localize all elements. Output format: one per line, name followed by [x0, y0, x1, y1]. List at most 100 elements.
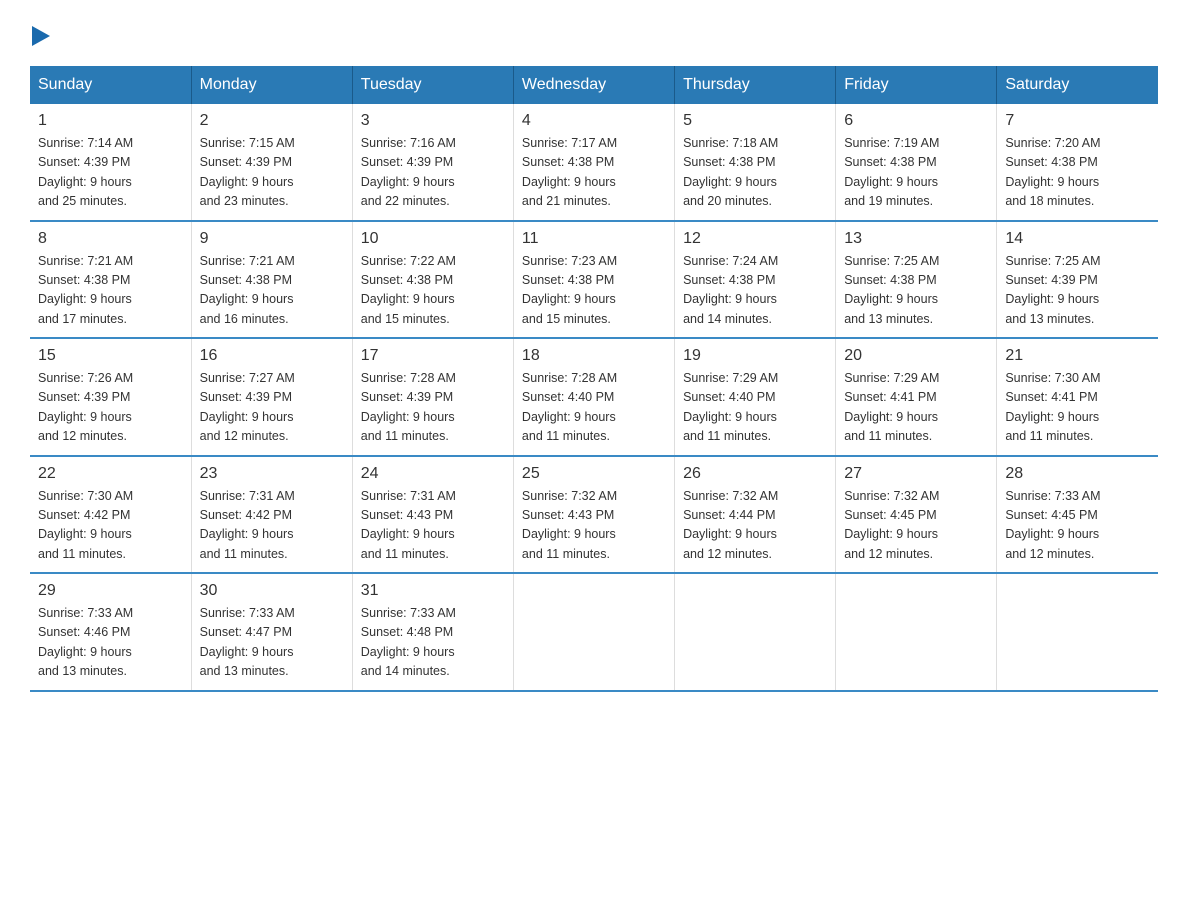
calendar-day-cell: 5Sunrise: 7:18 AMSunset: 4:38 PMDaylight…	[675, 104, 836, 221]
calendar-day-cell: 20 Sunrise: 7:29 AMSunset: 4:41 PMDayligh…	[836, 338, 997, 456]
day-number: 2	[200, 112, 344, 130]
day-info: Sunrise: 7:33 AMSunset: 4:46 PMDaylight:…	[38, 604, 183, 682]
header-monday: Monday	[191, 66, 352, 104]
calendar-week-row: 8 Sunrise: 7:21 AMSunset: 4:38 PMDaylight…	[30, 221, 1158, 339]
day-number: 17	[361, 347, 505, 365]
header-tuesday: Tuesday	[352, 66, 513, 104]
day-info: Sunrise: 7:27 AMSunset: 4:39 PMDaylight:…	[200, 369, 344, 447]
calendar-day-cell: 23 Sunrise: 7:31 AMSunset: 4:42 PMDayligh…	[191, 456, 352, 574]
day-number: 1	[38, 112, 183, 130]
calendar-day-cell: 25 Sunrise: 7:32 AMSunset: 4:43 PMDayligh…	[513, 456, 674, 574]
day-info: Sunrise: 7:26 AMSunset: 4:39 PMDaylight:…	[38, 369, 183, 447]
day-info: Sunrise: 7:21 AMSunset: 4:38 PMDaylight:…	[200, 252, 344, 330]
calendar-day-cell: 7 Sunrise: 7:20 AMSunset: 4:38 PMDaylight…	[997, 104, 1158, 221]
day-number: 29	[38, 582, 183, 600]
day-number: 28	[1005, 465, 1150, 483]
day-number: 19	[683, 347, 827, 365]
calendar-day-cell: 19 Sunrise: 7:29 AMSunset: 4:40 PMDayligh…	[675, 338, 836, 456]
day-number: 8	[38, 230, 183, 248]
day-info: Sunrise: 7:25 AMSunset: 4:39 PMDaylight:…	[1005, 252, 1150, 330]
day-number: 24	[361, 465, 505, 483]
calendar-day-cell: 3Sunrise: 7:16 AMSunset: 4:39 PMDaylight…	[352, 104, 513, 221]
day-number: 31	[361, 582, 505, 600]
day-number: 13	[844, 230, 988, 248]
calendar-day-cell: 18 Sunrise: 7:28 AMSunset: 4:40 PMDayligh…	[513, 338, 674, 456]
day-number: 6	[844, 112, 988, 130]
day-info: Sunrise: 7:18 AMSunset: 4:38 PMDaylight:…	[683, 134, 827, 212]
day-info: Sunrise: 7:28 AMSunset: 4:39 PMDaylight:…	[361, 369, 505, 447]
calendar-day-cell: 17 Sunrise: 7:28 AMSunset: 4:39 PMDayligh…	[352, 338, 513, 456]
calendar-day-cell: 24 Sunrise: 7:31 AMSunset: 4:43 PMDayligh…	[352, 456, 513, 574]
calendar-day-cell	[997, 573, 1158, 691]
day-info: Sunrise: 7:29 AMSunset: 4:40 PMDaylight:…	[683, 369, 827, 447]
page-header	[30, 20, 1158, 46]
calendar-table: Sunday Monday Tuesday Wednesday Thursday…	[30, 66, 1158, 692]
logo-triangle-icon	[32, 26, 50, 46]
day-info: Sunrise: 7:24 AMSunset: 4:38 PMDaylight:…	[683, 252, 827, 330]
calendar-day-cell: 30Sunrise: 7:33 AMSunset: 4:47 PMDayligh…	[191, 573, 352, 691]
day-info: Sunrise: 7:32 AMSunset: 4:45 PMDaylight:…	[844, 487, 988, 565]
calendar-day-cell: 13 Sunrise: 7:25 AMSunset: 4:38 PMDayligh…	[836, 221, 997, 339]
day-number: 11	[522, 230, 666, 248]
day-info: Sunrise: 7:31 AMSunset: 4:42 PMDaylight:…	[200, 487, 344, 565]
calendar-day-cell: 1 Sunrise: 7:14 AMSunset: 4:39 PMDaylight…	[30, 104, 191, 221]
day-number: 12	[683, 230, 827, 248]
calendar-week-row: 29 Sunrise: 7:33 AMSunset: 4:46 PMDayligh…	[30, 573, 1158, 691]
day-info: Sunrise: 7:21 AMSunset: 4:38 PMDaylight:…	[38, 252, 183, 330]
day-number: 25	[522, 465, 666, 483]
day-number: 18	[522, 347, 666, 365]
day-info: Sunrise: 7:14 AMSunset: 4:39 PMDaylight:…	[38, 134, 183, 212]
day-number: 10	[361, 230, 505, 248]
calendar-day-cell: 6 Sunrise: 7:19 AMSunset: 4:38 PMDaylight…	[836, 104, 997, 221]
header-row: Sunday Monday Tuesday Wednesday Thursday…	[30, 66, 1158, 104]
calendar-day-cell: 8 Sunrise: 7:21 AMSunset: 4:38 PMDaylight…	[30, 221, 191, 339]
day-number: 20	[844, 347, 988, 365]
calendar-day-cell	[675, 573, 836, 691]
day-number: 26	[683, 465, 827, 483]
header-sunday: Sunday	[30, 66, 191, 104]
day-info: Sunrise: 7:22 AMSunset: 4:38 PMDaylight:…	[361, 252, 505, 330]
calendar-day-cell: 15 Sunrise: 7:26 AMSunset: 4:39 PMDayligh…	[30, 338, 191, 456]
calendar-day-cell: 9 Sunrise: 7:21 AMSunset: 4:38 PMDaylight…	[191, 221, 352, 339]
calendar-body: 1 Sunrise: 7:14 AMSunset: 4:39 PMDaylight…	[30, 104, 1158, 691]
day-info: Sunrise: 7:23 AMSunset: 4:38 PMDaylight:…	[522, 252, 666, 330]
calendar-day-cell: 4 Sunrise: 7:17 AMSunset: 4:38 PMDaylight…	[513, 104, 674, 221]
calendar-day-cell: 11 Sunrise: 7:23 AMSunset: 4:38 PMDayligh…	[513, 221, 674, 339]
calendar-day-cell: 21Sunrise: 7:30 AMSunset: 4:41 PMDayligh…	[997, 338, 1158, 456]
day-number: 16	[200, 347, 344, 365]
day-info: Sunrise: 7:29 AMSunset: 4:41 PMDaylight:…	[844, 369, 988, 447]
day-number: 3	[361, 112, 505, 130]
day-info: Sunrise: 7:30 AMSunset: 4:42 PMDaylight:…	[38, 487, 183, 565]
calendar-day-cell: 28 Sunrise: 7:33 AMSunset: 4:45 PMDayligh…	[997, 456, 1158, 574]
calendar-day-cell: 29 Sunrise: 7:33 AMSunset: 4:46 PMDayligh…	[30, 573, 191, 691]
calendar-day-cell: 12 Sunrise: 7:24 AMSunset: 4:38 PMDayligh…	[675, 221, 836, 339]
day-info: Sunrise: 7:28 AMSunset: 4:40 PMDaylight:…	[522, 369, 666, 447]
day-info: Sunrise: 7:31 AMSunset: 4:43 PMDaylight:…	[361, 487, 505, 565]
day-info: Sunrise: 7:17 AMSunset: 4:38 PMDaylight:…	[522, 134, 666, 212]
day-info: Sunrise: 7:33 AMSunset: 4:45 PMDaylight:…	[1005, 487, 1150, 565]
calendar-day-cell: 26 Sunrise: 7:32 AMSunset: 4:44 PMDayligh…	[675, 456, 836, 574]
calendar-day-cell: 2 Sunrise: 7:15 AMSunset: 4:39 PMDaylight…	[191, 104, 352, 221]
day-number: 22	[38, 465, 183, 483]
day-info: Sunrise: 7:20 AMSunset: 4:38 PMDaylight:…	[1005, 134, 1150, 212]
day-info: Sunrise: 7:25 AMSunset: 4:38 PMDaylight:…	[844, 252, 988, 330]
day-info: Sunrise: 7:33 AMSunset: 4:48 PMDaylight:…	[361, 604, 505, 682]
day-number: 4	[522, 112, 666, 130]
day-number: 23	[200, 465, 344, 483]
header-saturday: Saturday	[997, 66, 1158, 104]
day-number: 7	[1005, 112, 1150, 130]
day-number: 15	[38, 347, 183, 365]
calendar-week-row: 1 Sunrise: 7:14 AMSunset: 4:39 PMDaylight…	[30, 104, 1158, 221]
day-info: Sunrise: 7:32 AMSunset: 4:44 PMDaylight:…	[683, 487, 827, 565]
calendar-header: Sunday Monday Tuesday Wednesday Thursday…	[30, 66, 1158, 104]
day-number: 21	[1005, 347, 1150, 365]
calendar-day-cell	[513, 573, 674, 691]
day-number: 9	[200, 230, 344, 248]
day-number: 14	[1005, 230, 1150, 248]
day-info: Sunrise: 7:32 AMSunset: 4:43 PMDaylight:…	[522, 487, 666, 565]
calendar-day-cell: 27 Sunrise: 7:32 AMSunset: 4:45 PMDayligh…	[836, 456, 997, 574]
calendar-day-cell: 16 Sunrise: 7:27 AMSunset: 4:39 PMDayligh…	[191, 338, 352, 456]
day-number: 27	[844, 465, 988, 483]
day-info: Sunrise: 7:19 AMSunset: 4:38 PMDaylight:…	[844, 134, 988, 212]
day-info: Sunrise: 7:15 AMSunset: 4:39 PMDaylight:…	[200, 134, 344, 212]
